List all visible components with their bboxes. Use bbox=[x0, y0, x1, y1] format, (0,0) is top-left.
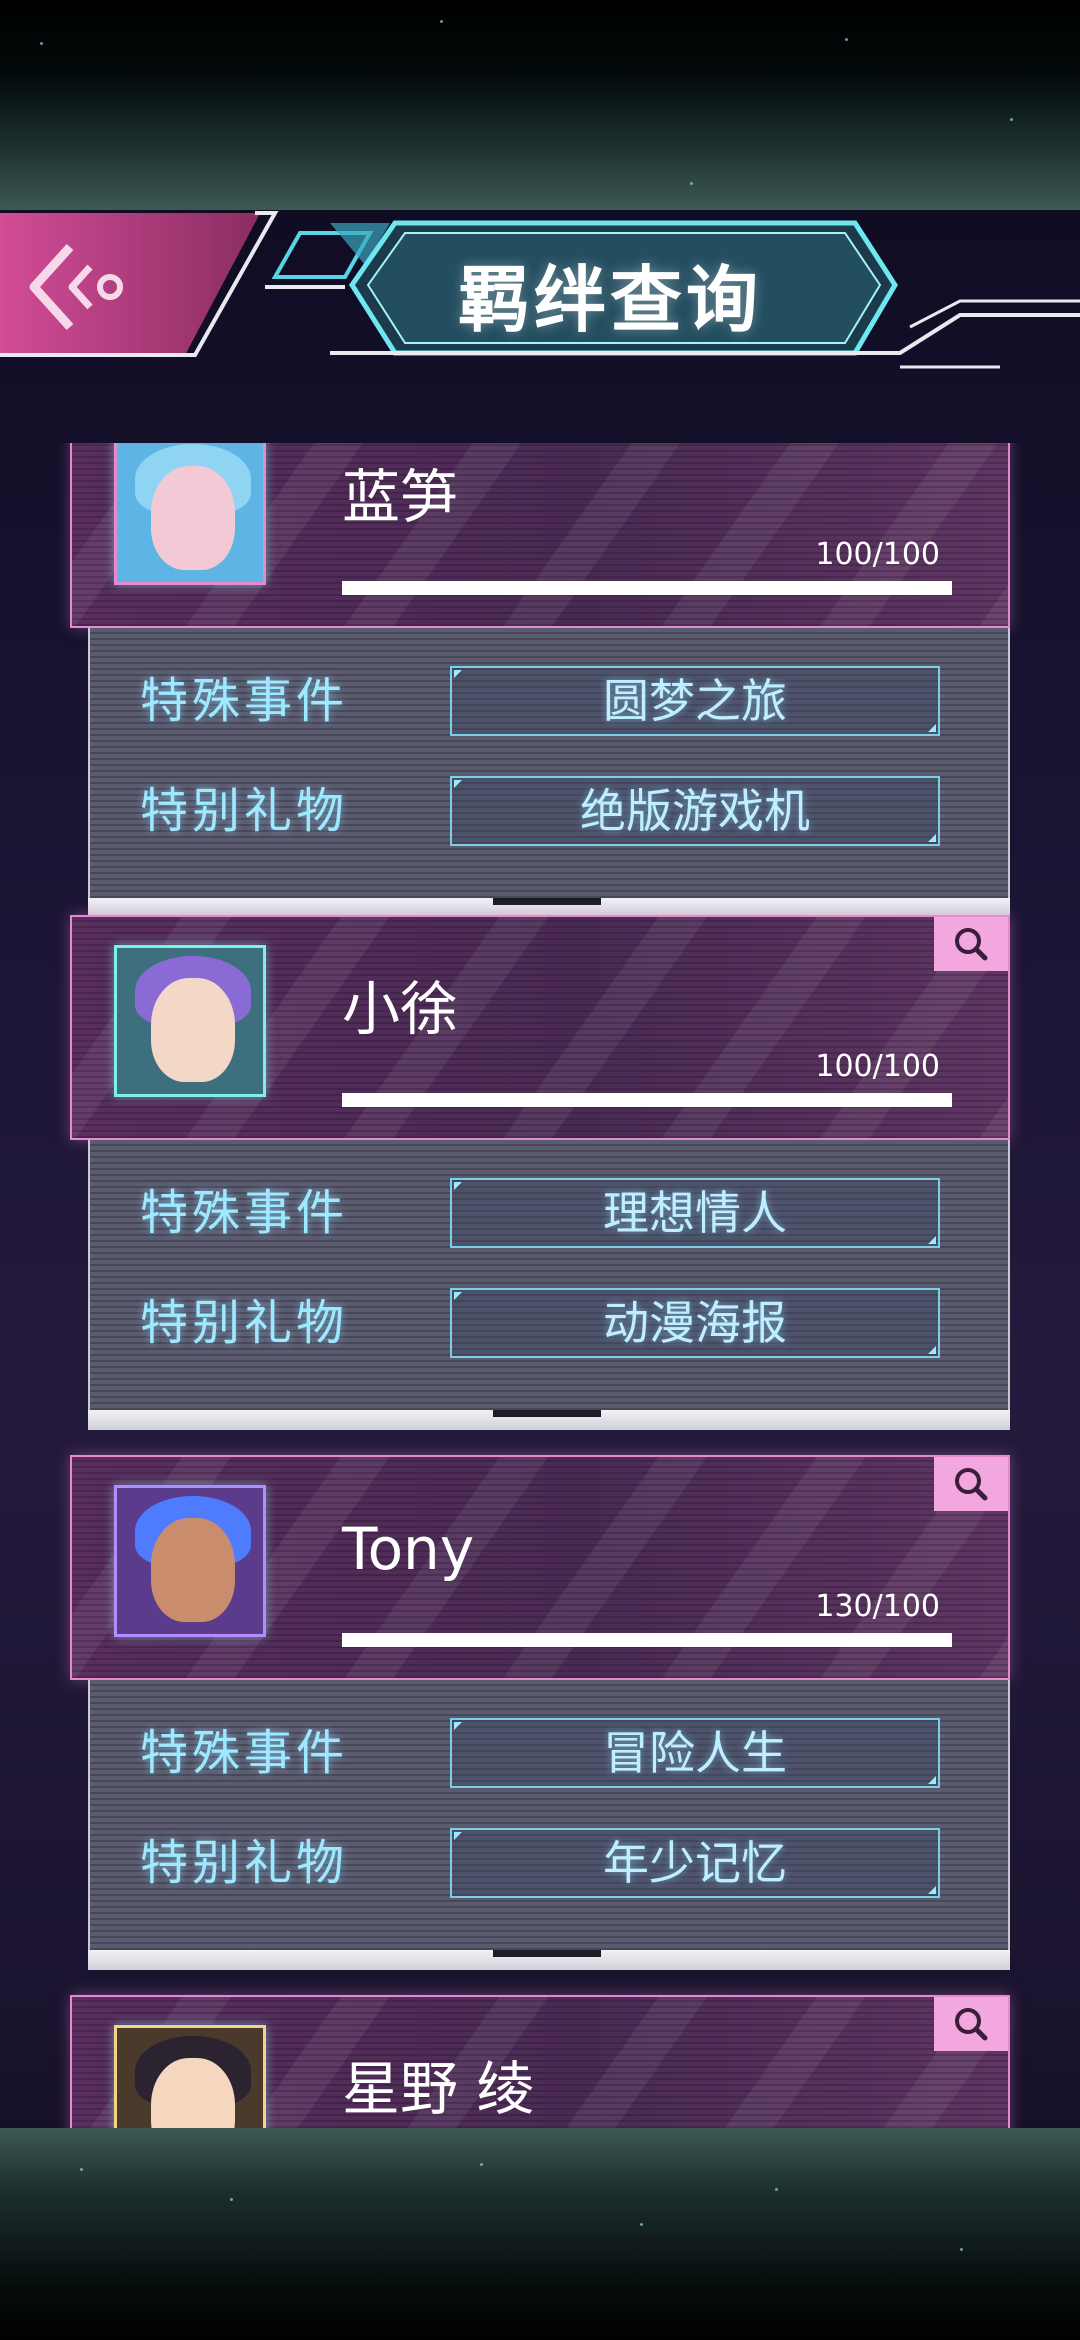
event-value: 理想情人 bbox=[450, 1178, 940, 1248]
bond-progress-fill bbox=[342, 1633, 952, 1647]
bond-card: 小徐 100/100 特殊事件 理想情人 特别礼物 动漫海报 bbox=[70, 915, 1010, 1430]
bond-list: 蓝笋 100/100 特殊事件 圆梦之旅 特别礼物 绝版游戏机 小徐 100/1… bbox=[0, 443, 1080, 2128]
character-name: 蓝笋 bbox=[342, 463, 459, 531]
bond-card: 蓝笋 100/100 特殊事件 圆梦之旅 特别礼物 绝版游戏机 bbox=[70, 443, 1010, 918]
gift-label: 特别礼物 bbox=[140, 1295, 349, 1351]
bond-score: 130/100 bbox=[815, 1589, 940, 1624]
star-decoration bbox=[640, 2223, 643, 2226]
gift-label: 特别礼物 bbox=[140, 1835, 349, 1891]
avatar[interactable] bbox=[114, 443, 266, 585]
bond-progress-bar bbox=[342, 1093, 952, 1107]
page-title: 羁绊查询 bbox=[457, 258, 762, 342]
gift-label: 特别礼物 bbox=[140, 783, 349, 839]
bond-card: Tony 130/100 特殊事件 冒险人生 特别礼物 年少记忆 bbox=[70, 1455, 1010, 1970]
bond-progress-fill bbox=[342, 581, 952, 595]
search-icon bbox=[955, 2008, 988, 2041]
card-header: Tony 130/100 bbox=[70, 1455, 1010, 1680]
bond-score: 100/100 bbox=[815, 537, 940, 572]
star-decoration bbox=[1010, 118, 1013, 121]
star-decoration bbox=[775, 2188, 778, 2191]
bond-score: 100/100 bbox=[815, 1049, 940, 1084]
search-icon bbox=[955, 1468, 988, 1501]
card-footer bbox=[88, 1950, 1010, 1970]
bond-card: 星野 绫 bbox=[70, 1995, 1010, 2128]
character-name: Tony bbox=[342, 1515, 475, 1583]
star-decoration bbox=[845, 38, 848, 41]
card-header: 星野 绫 bbox=[70, 1995, 1010, 2128]
avatar-face bbox=[151, 978, 235, 1082]
card-details: 特殊事件 圆梦之旅 特别礼物 绝版游戏机 bbox=[88, 628, 1010, 898]
card-footer bbox=[88, 1410, 1010, 1430]
star-decoration bbox=[440, 20, 443, 23]
gift-value: 年少记忆 bbox=[450, 1828, 940, 1898]
star-decoration bbox=[230, 2198, 233, 2201]
event-label: 特殊事件 bbox=[140, 1185, 349, 1241]
avatar-face bbox=[151, 466, 235, 570]
collapse-handle[interactable] bbox=[493, 898, 601, 905]
card-details: 特殊事件 冒险人生 特别礼物 年少记忆 bbox=[88, 1680, 1010, 1950]
collapse-handle[interactable] bbox=[493, 1950, 601, 1957]
collapse-handle[interactable] bbox=[493, 1410, 601, 1417]
event-value: 圆梦之旅 bbox=[450, 666, 940, 736]
star-decoration bbox=[960, 2248, 963, 2251]
star-decoration bbox=[690, 182, 693, 185]
event-label: 特殊事件 bbox=[140, 1725, 349, 1781]
search-button[interactable] bbox=[934, 1997, 1008, 2051]
event-label: 特殊事件 bbox=[140, 673, 349, 729]
avatar[interactable] bbox=[114, 1485, 266, 1637]
avatar[interactable] bbox=[114, 945, 266, 1097]
star-decoration bbox=[480, 2163, 483, 2166]
search-icon bbox=[955, 928, 988, 961]
gift-value: 动漫海报 bbox=[450, 1288, 940, 1358]
back-chevron-icon bbox=[29, 243, 123, 331]
bottom-space-band bbox=[0, 2128, 1080, 2340]
bond-progress-fill bbox=[342, 1093, 952, 1107]
avatar-face bbox=[151, 1518, 235, 1622]
back-button[interactable] bbox=[0, 213, 255, 363]
header: 羁绊查询 bbox=[0, 205, 1080, 385]
event-value: 冒险人生 bbox=[450, 1718, 940, 1788]
character-name: 星野 绫 bbox=[342, 2055, 535, 2123]
search-button[interactable] bbox=[934, 1457, 1008, 1511]
search-button[interactable] bbox=[934, 917, 1008, 971]
card-header: 蓝笋 100/100 bbox=[70, 443, 1010, 628]
bond-progress-bar bbox=[342, 1633, 952, 1647]
star-decoration bbox=[40, 42, 43, 45]
bond-progress-bar bbox=[342, 581, 952, 595]
card-header: 小徐 100/100 bbox=[70, 915, 1010, 1140]
star-decoration bbox=[80, 2168, 83, 2171]
avatar[interactable] bbox=[114, 2025, 266, 2128]
card-details: 特殊事件 理想情人 特别礼物 动漫海报 bbox=[88, 1140, 1010, 1410]
gift-value: 绝版游戏机 bbox=[450, 776, 940, 846]
top-space-band bbox=[0, 0, 1080, 210]
character-name: 小徐 bbox=[342, 975, 459, 1043]
